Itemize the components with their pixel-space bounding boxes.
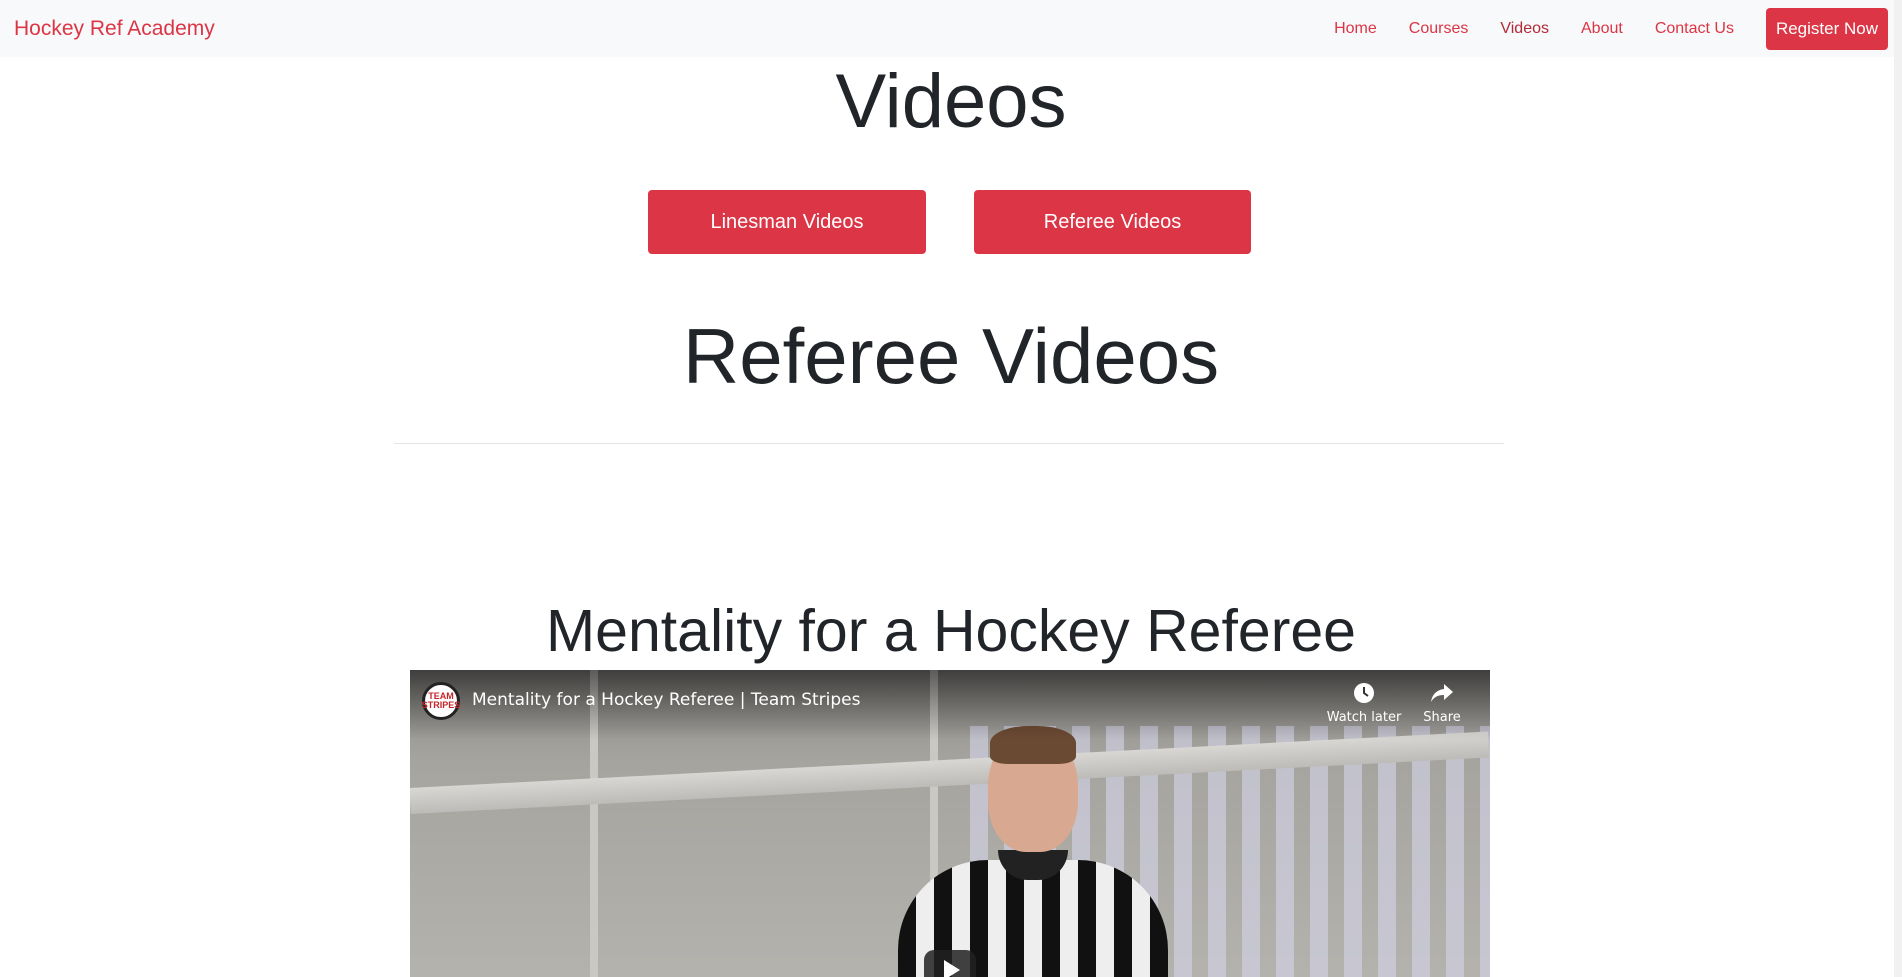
nav-link-home[interactable]: Home bbox=[1334, 20, 1377, 38]
section-title: Referee Videos bbox=[682, 312, 1220, 400]
watch-later-label: Watch later bbox=[1326, 710, 1402, 725]
video-heading: Mentality for a Hockey Referee bbox=[546, 598, 1356, 664]
share-arrow-icon bbox=[1430, 682, 1454, 708]
share-button[interactable]: Share bbox=[1404, 682, 1480, 725]
page-scrollbar[interactable] bbox=[1894, 0, 1902, 977]
watch-later-button[interactable]: Watch later bbox=[1326, 682, 1402, 725]
channel-avatar[interactable]: TEAM STRIPES bbox=[422, 682, 460, 720]
page-title: Videos bbox=[835, 59, 1067, 144]
share-label: Share bbox=[1423, 710, 1461, 725]
channel-avatar-text: TEAM STRIPES bbox=[421, 691, 461, 710]
nav-link-videos[interactable]: Videos bbox=[1500, 20, 1549, 38]
video-player[interactable]: TEAM STRIPES Mentality for a Hockey Refe… bbox=[410, 670, 1490, 977]
section-divider bbox=[394, 443, 1504, 444]
navbar: Hockey Ref Academy Home Courses Videos A… bbox=[0, 0, 1902, 57]
nav-link-about[interactable]: About bbox=[1581, 20, 1623, 38]
nav-links: Home Courses Videos About Contact Us Reg… bbox=[1302, 7, 1888, 50]
player-video-title[interactable]: Mentality for a Hockey Referee | Team St… bbox=[472, 690, 861, 710]
linesman-videos-button[interactable]: Linesman Videos bbox=[648, 190, 926, 254]
clock-icon bbox=[1353, 682, 1375, 708]
referee-videos-button[interactable]: Referee Videos bbox=[974, 190, 1251, 254]
brand-logo-link[interactable]: Hockey Ref Academy bbox=[14, 17, 215, 41]
play-button-icon[interactable] bbox=[924, 950, 976, 977]
nav-link-contact[interactable]: Contact Us bbox=[1655, 20, 1734, 38]
nav-link-courses[interactable]: Courses bbox=[1409, 20, 1469, 38]
register-now-button[interactable]: Register Now bbox=[1765, 7, 1888, 50]
